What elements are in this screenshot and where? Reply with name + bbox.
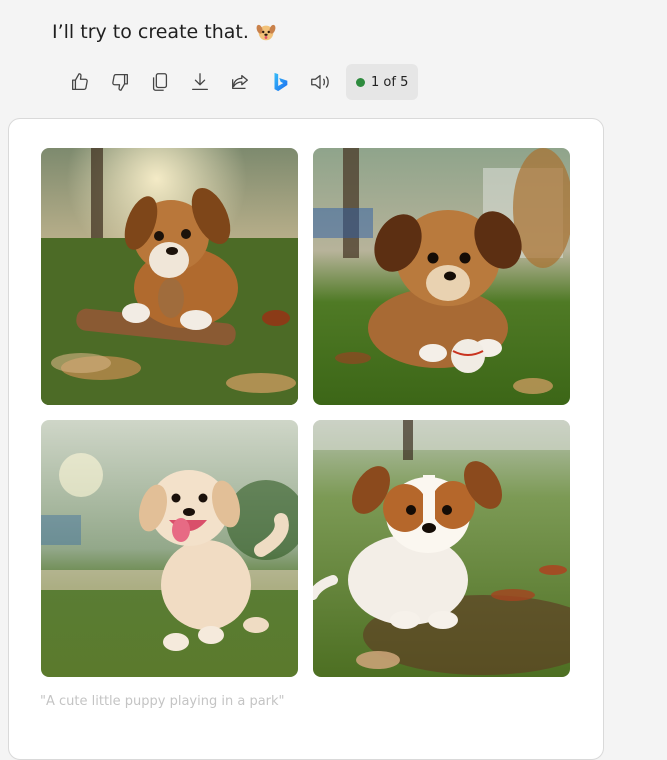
image-set-pager[interactable]: 1 of 5 (346, 64, 419, 100)
thumbs-down-icon (112, 74, 128, 91)
assistant-message: I’ll try to create that. (52, 21, 277, 43)
dislike-button[interactable] (100, 64, 140, 100)
like-button[interactable] (60, 64, 100, 100)
message-actions: 1 of 5 (60, 64, 419, 100)
message-text: I’ll try to create that. (52, 21, 249, 43)
download-icon (192, 73, 208, 90)
puppy-image-1[interactable] (41, 148, 298, 405)
bing-logo-icon (274, 72, 288, 92)
bing-button[interactable] (260, 64, 300, 100)
download-button[interactable] (180, 64, 220, 100)
copy-button[interactable] (140, 64, 180, 100)
puppy-image-2[interactable] (313, 148, 570, 405)
read-aloud-button[interactable] (300, 64, 340, 100)
dog-face-icon (255, 21, 277, 43)
status-dot (356, 77, 365, 87)
image-prompt-caption: "A cute little puppy playing in a park" (40, 694, 285, 709)
puppy-image-4[interactable] (313, 420, 570, 677)
pager-label: 1 of 5 (371, 74, 409, 90)
puppy-image-3[interactable] (41, 420, 298, 677)
copy-icon (152, 73, 168, 91)
share-button[interactable] (220, 64, 260, 100)
speaker-icon (311, 74, 329, 90)
thumbs-up-icon (72, 73, 88, 90)
share-icon (232, 74, 248, 90)
